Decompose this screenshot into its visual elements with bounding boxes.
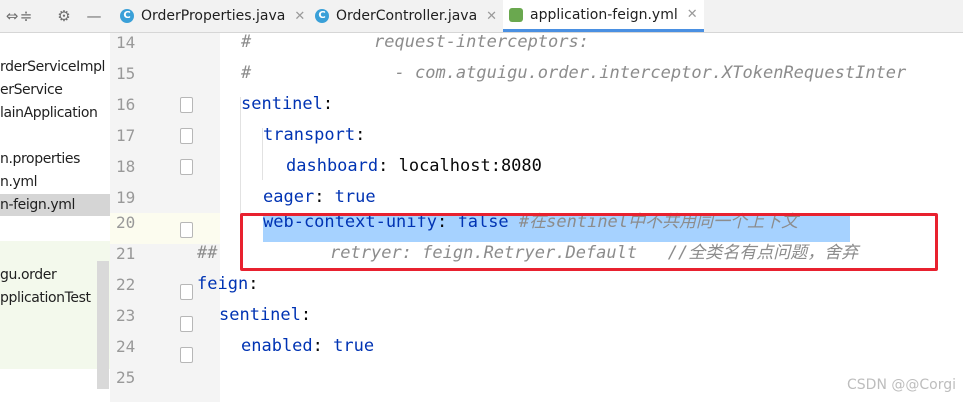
code-token: transport <box>263 125 356 145</box>
line-number: 15 <box>116 64 136 83</box>
code-token: : <box>355 125 366 145</box>
tree-item[interactable]: gu.order <box>0 264 110 286</box>
line-number: 22 <box>116 275 136 294</box>
code-line: dashboard: localhost:8080 <box>286 151 542 182</box>
tree-item[interactable]: n.yml <box>0 171 110 193</box>
fold-marker-icon[interactable] <box>180 159 193 175</box>
fold-marker-icon[interactable] <box>180 347 193 363</box>
code-token: : <box>312 336 334 356</box>
line-number: 21 <box>116 244 136 263</box>
gear-icon[interactable]: ⚙ <box>54 6 74 26</box>
java-class-icon: C <box>315 9 329 23</box>
fold-marker-icon[interactable] <box>180 284 193 300</box>
collapse-icon[interactable]: ≑ <box>16 6 36 26</box>
code-line: feign: <box>197 269 258 300</box>
watermark: CSDN @@Corgi <box>847 377 956 393</box>
code-line: sentinel: <box>219 300 311 331</box>
code-token: # - com.atguigu.order.interceptor.XToken… <box>241 63 907 83</box>
code-token: feign <box>197 274 249 294</box>
code-line: transport: <box>263 120 365 151</box>
tree-item[interactable]: pplicationTest <box>0 287 110 309</box>
code-token: : <box>248 274 259 294</box>
tree-item[interactable]: rderServiceImpl <box>0 56 110 78</box>
code-line: enabled: true <box>241 331 374 362</box>
code-token: sentinel <box>219 305 301 325</box>
fold-marker-icon[interactable] <box>180 128 193 144</box>
tree-item[interactable]: erService <box>0 79 110 101</box>
tab-label: OrderProperties.java <box>141 8 286 24</box>
code-token: : localhost:8080 <box>378 156 542 176</box>
code-token: : <box>300 305 312 325</box>
line-number: 23 <box>116 306 136 325</box>
minimize-icon[interactable]: — <box>84 6 104 26</box>
line-number: 25 <box>116 368 136 387</box>
code-token: true <box>333 336 375 356</box>
code-token: dashboard <box>286 156 379 176</box>
yml-file-icon <box>509 7 523 22</box>
fold-marker-icon[interactable] <box>180 316 193 332</box>
code-token: : <box>314 187 335 207</box>
fold-marker-icon[interactable] <box>180 222 193 238</box>
highlight-box <box>240 213 938 271</box>
tab-label: OrderController.java <box>336 8 478 24</box>
tree-item[interactable]: lainApplication <box>0 102 110 124</box>
close-icon[interactable]: ✕ <box>687 7 698 22</box>
code-line: # request-interceptors: <box>241 27 589 58</box>
line-number: 18 <box>116 157 136 176</box>
tree-item[interactable]: n.properties <box>0 148 110 170</box>
java-class-icon: C <box>120 9 134 23</box>
code-token: # request-interceptors: <box>241 32 589 52</box>
code-token: enabled <box>241 336 313 356</box>
close-icon[interactable]: ✕ <box>486 9 497 24</box>
line-number: 17 <box>116 126 136 145</box>
code-token: : <box>322 94 334 114</box>
tree-item-selected[interactable]: n-feign.yml <box>0 194 110 216</box>
line-number: 24 <box>116 337 136 356</box>
code-token: eager <box>263 187 315 207</box>
line-number: 14 <box>116 33 136 52</box>
code-token: true <box>334 187 376 207</box>
close-icon[interactable]: ✕ <box>294 9 305 24</box>
code-token: sentinel <box>241 94 323 114</box>
tab-label: application-feign.yml <box>530 6 678 23</box>
project-tree: rderServiceImpl erService lainApplicatio… <box>0 33 110 402</box>
line-number: 19 <box>116 188 136 207</box>
code-line: # - com.atguigu.order.interceptor.XToken… <box>241 58 906 89</box>
line-number: 20 <box>116 213 136 232</box>
line-number: 16 <box>116 95 136 114</box>
code-line: sentinel: <box>241 89 333 120</box>
fold-marker-icon[interactable] <box>180 97 193 113</box>
